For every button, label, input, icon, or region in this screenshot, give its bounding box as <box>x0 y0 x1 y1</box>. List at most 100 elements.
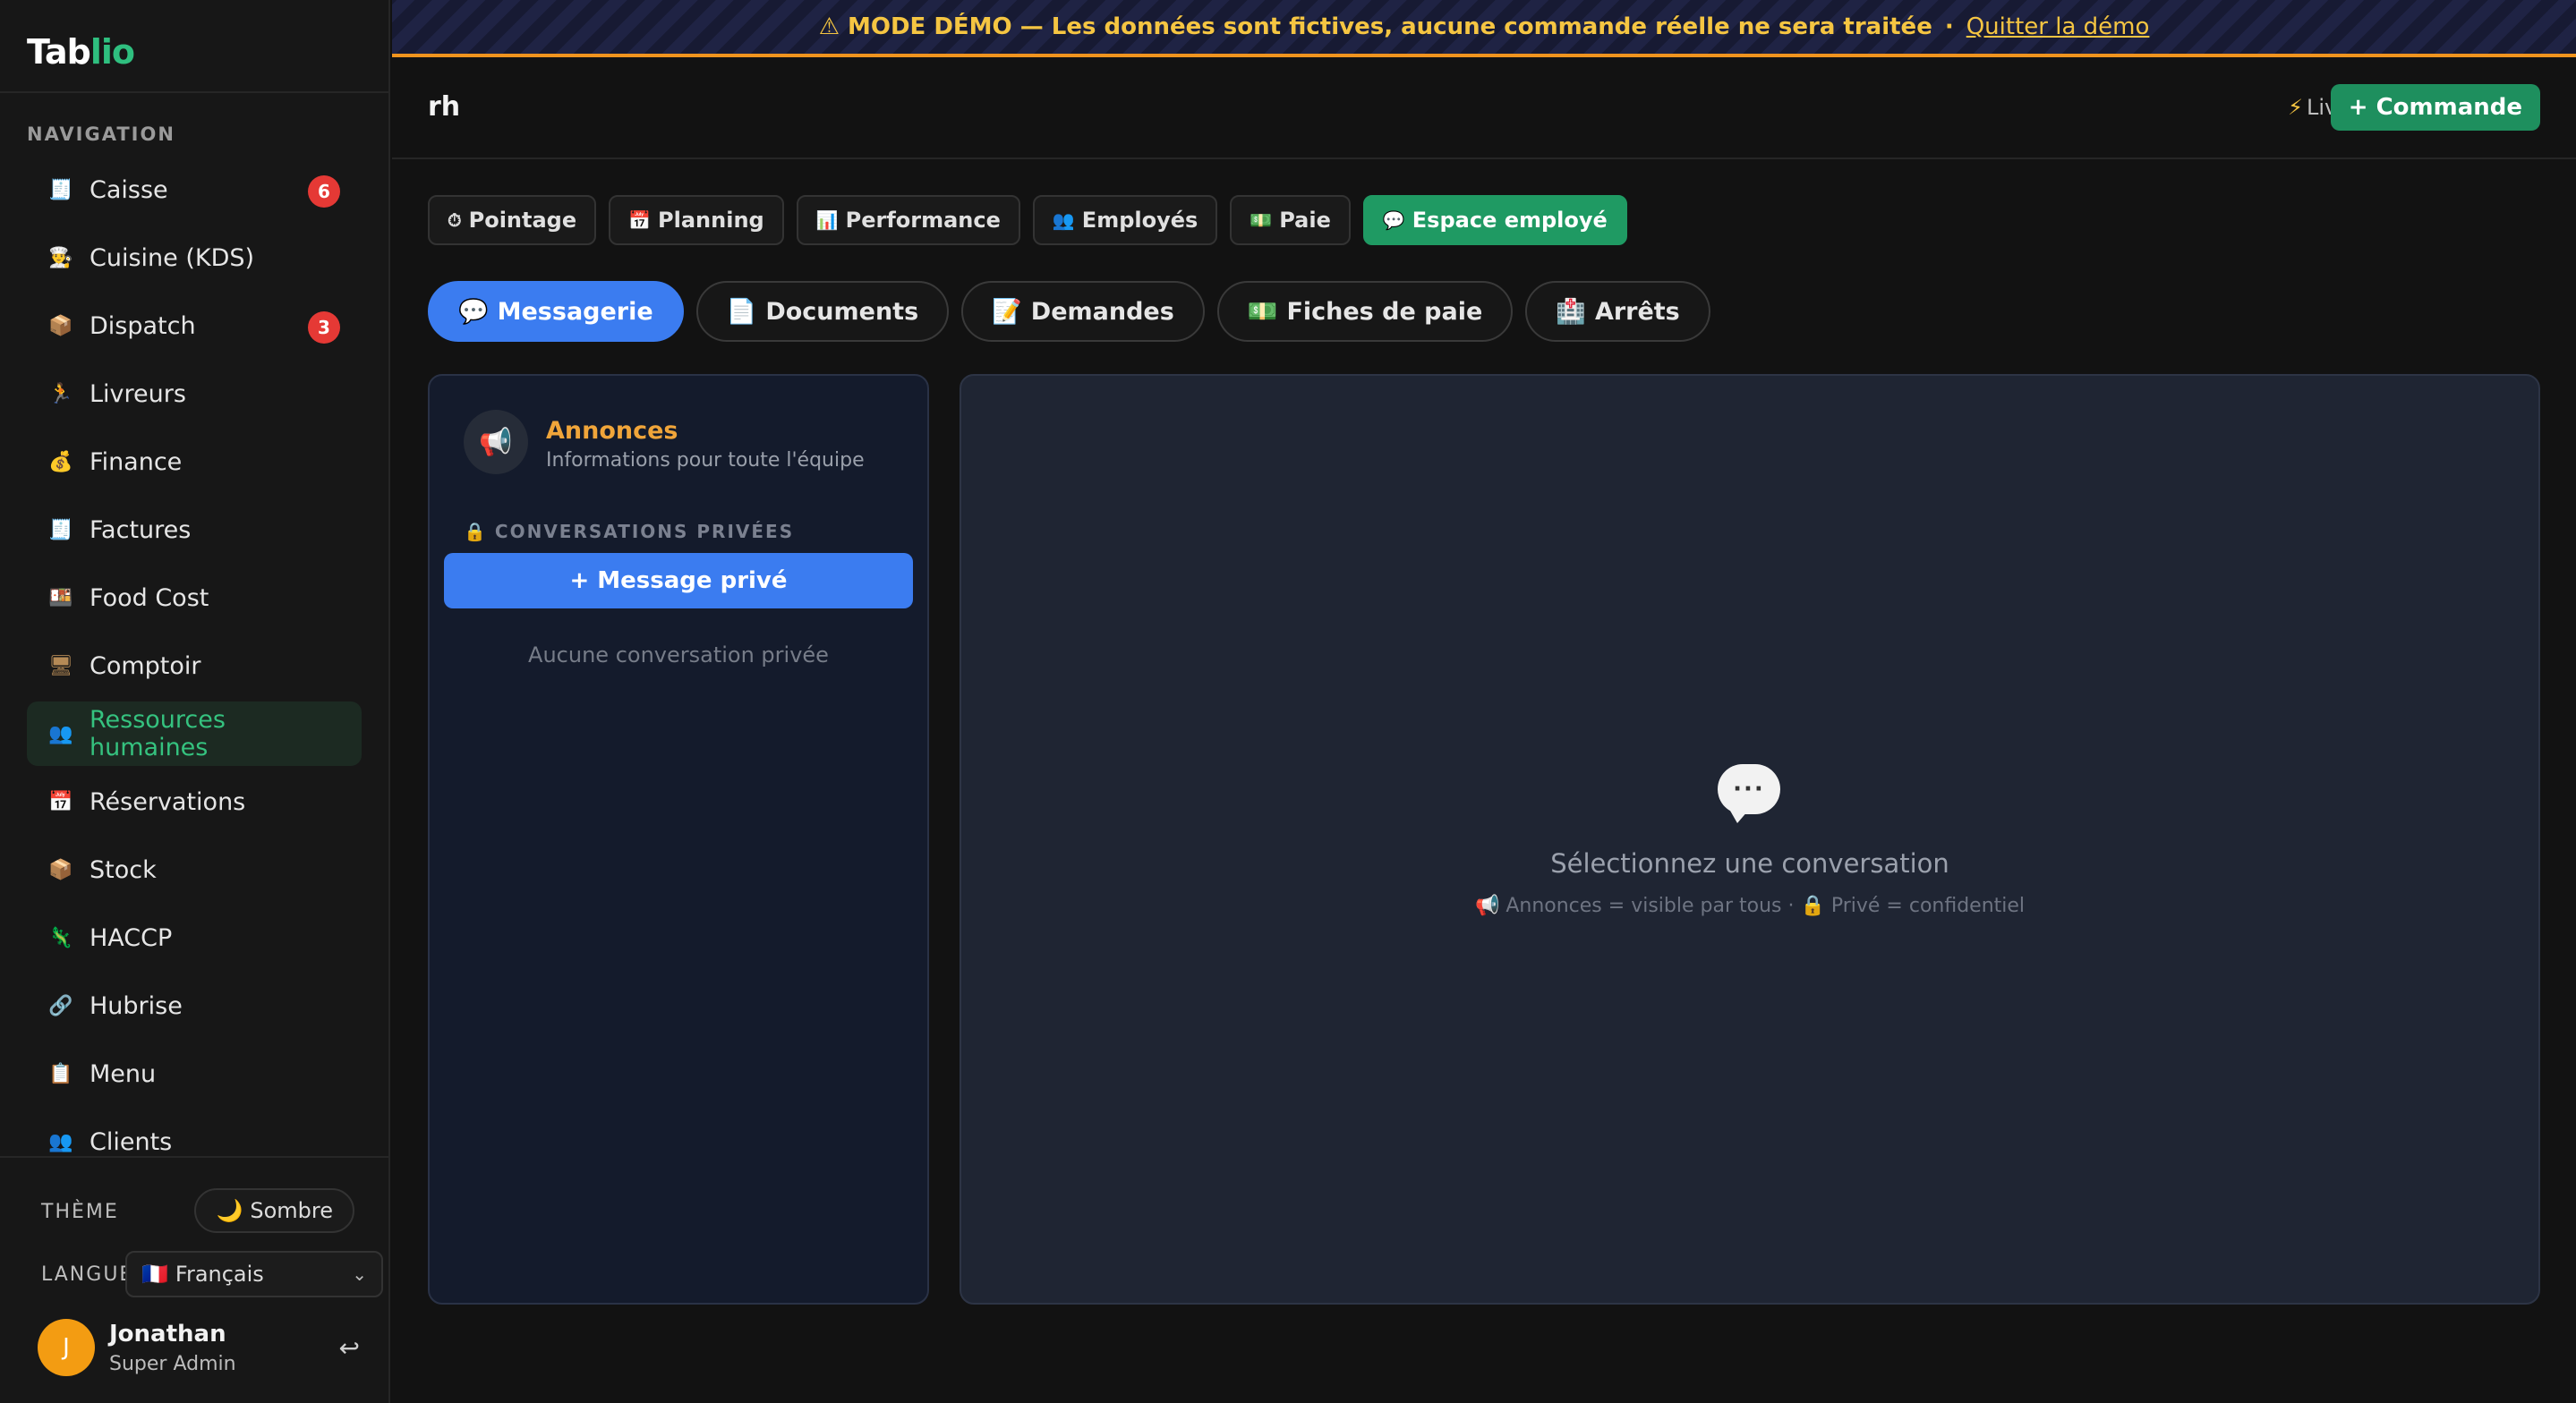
page-title: rh <box>428 91 461 123</box>
bolt-icon: ⚡ <box>2288 95 2303 120</box>
hr-tabs: ⏱ Pointage 📅 Planning 📊 Performance 👥 Employés 💵… <box>428 195 1627 245</box>
tab-label: Messagerie <box>497 297 653 326</box>
sidebar-item-label: Clients <box>90 1127 173 1156</box>
tab-employes[interactable]: 👥 Employés <box>1032 195 1218 245</box>
announcements-subtitle: Informations pour toute l'équipe <box>546 449 865 472</box>
tab-pointage[interactable]: ⏱ Pointage <box>428 195 597 245</box>
messagerie-icon: 💬 <box>458 298 489 326</box>
employes-icon: 👥 <box>1052 209 1075 231</box>
tab-planning[interactable]: 📅 Planning <box>609 195 784 245</box>
employee-space-tabs: 💬 Messagerie 📄 Documents 📝 Demandes 💵 Fiches de… <box>428 281 1710 342</box>
select-conversation-hint: 📢 Annonces = visible par tous · 🔒 Privé … <box>1474 895 2026 917</box>
language-value: Français <box>175 1262 264 1287</box>
user-role: Super Admin <box>109 1353 236 1375</box>
caisse-icon: 🧾 <box>48 178 73 201</box>
sidebar-item-label: Finance <box>90 447 183 476</box>
sidebar-item-caisse[interactable]: 🧾 Caisse 6 <box>27 157 362 222</box>
empty-private-conversations: Aucune conversation privée <box>528 642 829 667</box>
sidebar-item-label: Comptoir <box>90 651 201 680</box>
dispatch-icon: 📦 <box>48 314 73 337</box>
sidebar-item-label: Ressources humaines <box>90 706 226 761</box>
espace-employe-icon: 💬 <box>1382 209 1405 231</box>
hubrise-icon: 🔗 <box>48 994 73 1017</box>
finance-icon: 💰 <box>48 450 73 473</box>
clients-icon: 👥 <box>48 1130 73 1153</box>
sidebar-footer: THÈME 🌙 Sombre LANGUE 🇫🇷 Français ⌄ J Jo… <box>0 1156 388 1403</box>
language-label: LANGUE <box>41 1263 134 1286</box>
select-conversation-title: Sélectionnez une conversation <box>1550 848 1949 879</box>
sidebar-item-label: Hubrise <box>90 991 183 1020</box>
sidebar: Tablio NAVIGATION 🧾 Caisse 6 👨‍🍳 Cuisine (KD… <box>0 0 390 1403</box>
sidebar-item-finance[interactable]: 💰 Finance <box>27 429 362 494</box>
logo-area: Tablio <box>0 0 388 93</box>
speech-bubble-icon: ··· <box>1718 764 1780 823</box>
sidebar-item-label: Dispatch <box>90 311 196 340</box>
avatar[interactable]: J <box>38 1319 95 1376</box>
tab-performance[interactable]: 📊 Performance <box>796 195 1020 245</box>
sidebar-item-haccp[interactable]: 🦎 HACCP <box>27 906 362 970</box>
sidebar-item-label: Livreurs <box>90 379 186 408</box>
app-logo[interactable]: Tablio <box>27 32 135 72</box>
sidebar-item-label: Cuisine (KDS) <box>90 243 255 272</box>
tab-label: Pointage <box>468 208 577 233</box>
sidebar-item-label: Factures <box>90 515 192 544</box>
theme-row: THÈME 🌙 Sombre <box>41 1188 354 1233</box>
sidebar-item-factures[interactable]: 🧾 Factures <box>27 497 362 562</box>
cuisine-kds-icon: 👨‍🍳 <box>48 246 73 269</box>
sidebar-item-livreurs[interactable]: 🏃 Livreurs <box>27 361 362 426</box>
tab-messagerie[interactable]: 💬 Messagerie <box>428 281 684 342</box>
tab-fiches-de-paie[interactable]: 💵 Fiches de paie <box>1216 281 1514 342</box>
tab-arrets[interactable]: 🏥 Arrêts <box>1525 281 1710 342</box>
notification-badge: 3 <box>308 311 340 344</box>
sidebar-nav: 🧾 Caisse 6 👨‍🍳 Cuisine (KDS) 📦 Dispatch 3 🏃 Livre… <box>27 157 362 1178</box>
paie-icon: 💵 <box>1250 209 1273 231</box>
tab-label: Performance <box>845 208 1001 233</box>
language-select[interactable]: 🇫🇷 Français ⌄ <box>125 1251 383 1297</box>
haccp-icon: 🦎 <box>48 926 73 949</box>
user-profile: J Jonathan Super Admin ↩ <box>38 1317 360 1382</box>
sidebar-item-ressources-humaines[interactable]: 👥 Ressources humaines <box>27 702 362 766</box>
sidebar-item-reservations[interactable]: 📅 Réservations <box>27 770 362 834</box>
tab-paie[interactable]: 💵 Paie <box>1230 195 1351 245</box>
sidebar-item-comptoir[interactable]: 🖥 Comptoir <box>27 633 362 698</box>
language-row: LANGUE 🇫🇷 Français ⌄ <box>41 1251 383 1297</box>
tab-documents[interactable]: 📄 Documents <box>695 281 950 342</box>
tab-label: Fiches de paie <box>1286 297 1483 326</box>
quit-demo-link[interactable]: Quitter la démo <box>1966 13 2150 40</box>
new-order-button[interactable]: + Commande <box>2330 84 2540 131</box>
tab-demandes[interactable]: 📝 Demandes <box>961 281 1205 342</box>
tab-label: Demandes <box>1030 297 1174 326</box>
new-private-message-button[interactable]: + Message privé <box>444 553 913 608</box>
tab-label: Paie <box>1279 208 1331 233</box>
tab-label: Planning <box>658 208 764 233</box>
theme-toggle-button[interactable]: 🌙 Sombre <box>194 1188 354 1233</box>
factures-icon: 🧾 <box>48 518 73 541</box>
documents-icon: 📄 <box>726 298 757 326</box>
notification-badge: 6 <box>308 175 340 208</box>
sidebar-item-dispatch[interactable]: 📦 Dispatch 3 <box>27 293 362 358</box>
lock-icon: 🔒 <box>464 521 488 542</box>
ressources-humaines-icon: 👥 <box>48 722 73 745</box>
sidebar-item-hubrise[interactable]: 🔗 Hubrise <box>27 974 362 1038</box>
performance-icon: 📊 <box>815 209 839 231</box>
announcements-channel[interactable]: 📢 Annonces Informations pour toute l'équ… <box>464 410 893 478</box>
sidebar-item-label: Food Cost <box>90 583 209 612</box>
conversation-view-panel: ··· Sélectionnez une conversation 📢 Anno… <box>960 374 2540 1305</box>
banner-separator: · <box>1944 13 1954 40</box>
conversation-list-panel: 📢 Annonces Informations pour toute l'équ… <box>428 374 929 1305</box>
logout-icon[interactable]: ↩ <box>339 1333 360 1363</box>
sidebar-item-label: HACCP <box>90 923 173 952</box>
tab-espace-employe[interactable]: 💬 Espace employé <box>1362 195 1627 245</box>
theme-label: THÈME <box>41 1201 119 1223</box>
sidebar-item-label: Caisse <box>90 175 168 204</box>
sidebar-item-menu[interactable]: 📋 Menu <box>27 1042 362 1106</box>
demandes-icon: 📝 <box>992 298 1022 326</box>
sidebar-item-cuisine-kds[interactable]: 👨‍🍳 Cuisine (KDS) <box>27 225 362 290</box>
flag-fr-icon: 🇫🇷 <box>141 1262 168 1287</box>
reservations-icon: 📅 <box>48 790 73 813</box>
sidebar-item-food-cost[interactable]: 🍱 Food Cost <box>27 565 362 630</box>
menu-icon: 📋 <box>48 1062 73 1085</box>
stock-icon: 📦 <box>48 858 73 881</box>
tab-label: Arrêts <box>1594 297 1680 326</box>
sidebar-item-stock[interactable]: 📦 Stock <box>27 838 362 902</box>
